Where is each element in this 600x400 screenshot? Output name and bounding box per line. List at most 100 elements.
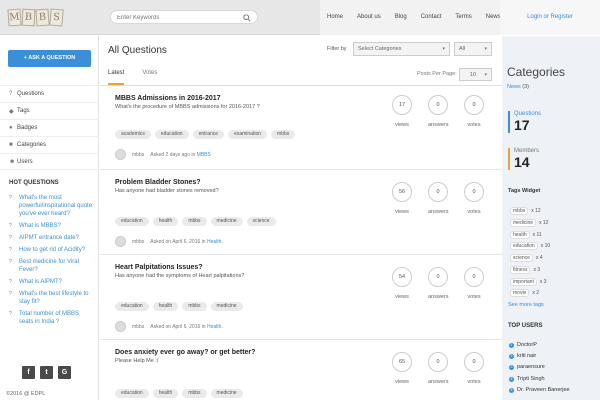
tag-widget-link[interactable]: movie — [510, 289, 530, 297]
category-link[interactable]: MBBS — [197, 152, 211, 158]
ask-question-button[interactable]: + ASK A QUESTION — [8, 50, 91, 67]
questions-stat-value: 17 — [514, 117, 530, 133]
tag-widget-link[interactable]: education — [510, 242, 538, 250]
question-circle-icon: ? — [9, 259, 12, 265]
hot-question-link[interactable]: What is AIPMT? — [19, 278, 62, 286]
hot-question-item[interactable]: ? What is MBBS? — [0, 220, 99, 232]
category-name[interactable]: News — [507, 84, 521, 90]
nav-contact[interactable]: Contact — [414, 0, 449, 35]
question-title[interactable]: Problem Bladder Stones? — [115, 179, 201, 186]
tag-pill[interactable]: mbbs — [182, 217, 207, 226]
hot-question-link[interactable]: What is MBBS? — [19, 222, 61, 230]
tag-pill[interactable]: health — [152, 217, 179, 226]
question-icon: ? — [9, 91, 13, 97]
nav-terms[interactable]: Terms — [448, 0, 478, 35]
sidebar-item-badges[interactable]: ● Badges — [0, 119, 99, 136]
hot-question-item[interactable]: ? What is AIPMT? — [0, 276, 99, 288]
hot-question-link[interactable]: AIPMT entrance date? — [19, 234, 79, 242]
tag-pill[interactable]: mbbs — [182, 302, 207, 311]
nav-blog[interactable]: Blog — [388, 0, 414, 35]
tag-pill[interactable]: mbbs — [271, 130, 296, 139]
tag-widget-link[interactable]: important — [510, 278, 537, 286]
top-user-name[interactable]: paraensure — [517, 364, 545, 370]
tag-pill[interactable]: education — [115, 389, 149, 398]
side-menu: ? Questions ◆ Tags ● Badges ■ Categories ☻ Us… — [0, 85, 99, 170]
category-news-link[interactable]: News (3) — [507, 84, 529, 90]
hot-question-item[interactable]: ? What's the most powerful/inspirational … — [0, 192, 99, 220]
top-user-row[interactable]: 2 kriti nair — [509, 353, 536, 359]
sidebar-item-tags[interactable]: ◆ Tags — [0, 102, 99, 119]
tag-pill[interactable]: academics — [115, 130, 151, 139]
views-stat: 54 views — [392, 267, 412, 300]
posts-per-page-select[interactable]: 10 ▾ — [459, 68, 492, 81]
top-user-row[interactable]: 4 Tripti Singh — [509, 376, 545, 382]
top-user-row[interactable]: 5 Dr. Praveen Banerjee — [509, 387, 570, 393]
question-title[interactable]: Does anxiety ever go away? or get better… — [115, 349, 255, 356]
hot-question-item[interactable]: ? What's the best lifestyle to stay fit? — [0, 288, 99, 308]
hot-question-item[interactable]: ? How to get rid of Acidity? — [0, 244, 99, 256]
category-link[interactable]: Health. — [207, 239, 223, 245]
top-user-row[interactable]: 1 DoctorP — [509, 342, 537, 348]
tag-pill[interactable]: education — [115, 217, 149, 226]
search-icon[interactable] — [243, 14, 251, 22]
tag-pill[interactable]: education — [115, 302, 149, 311]
sidebar-item-questions[interactable]: ? Questions — [0, 85, 99, 102]
avatar[interactable] — [115, 236, 126, 247]
tag-pill[interactable]: health — [152, 302, 179, 311]
author-name[interactable]: mbbs — [132, 152, 144, 158]
tag-pill[interactable]: health — [152, 389, 179, 398]
all-select[interactable]: All ▾ — [454, 42, 492, 56]
tag-widget-link[interactable]: science — [510, 254, 533, 262]
question-title[interactable]: MBBS Admissions in 2016-2017 — [115, 95, 221, 102]
views-count: 17 — [392, 95, 412, 115]
top-user-name[interactable]: Dr. Praveen Banerjee — [517, 387, 570, 393]
tag-widget-link[interactable]: fitness — [510, 266, 531, 274]
tag-widget-link[interactable]: medicine — [510, 219, 537, 227]
hot-question-link[interactable]: What's the most powerful/inspirational q… — [19, 194, 93, 218]
tag-pill[interactable]: education — [154, 130, 189, 139]
hot-question-item[interactable]: ? AIPMT entrance date? — [0, 232, 99, 244]
facebook-icon[interactable]: f — [22, 366, 35, 379]
nav-about-us[interactable]: About us — [350, 0, 388, 35]
google-icon[interactable]: G — [58, 366, 71, 379]
tag-pill[interactable]: medicine — [210, 389, 243, 398]
top-user-name[interactable]: DoctorP — [517, 342, 537, 348]
tag-pill[interactable]: science — [246, 217, 276, 226]
hot-question-link[interactable]: Total number of MBBS seats in India ? — [19, 310, 93, 326]
tag-pill[interactable]: examination — [228, 130, 268, 139]
tag-widget-link[interactable]: mbbs — [510, 207, 529, 215]
twitter-icon[interactable]: t — [40, 366, 53, 379]
logo-letter: B — [21, 8, 36, 27]
tag-pill[interactable]: mbbs — [182, 389, 207, 398]
sidebar-item-users[interactable]: ☻ Users — [0, 153, 99, 170]
views-stat: 56 views — [392, 182, 412, 215]
nav-home[interactable]: Home — [320, 0, 350, 35]
tag-pill[interactable]: medicine — [210, 217, 243, 226]
tab-latest[interactable]: Latest — [108, 70, 125, 85]
top-user-name[interactable]: Tripti Singh — [517, 376, 545, 382]
category-select[interactable]: Select Categories ▾ — [353, 42, 450, 56]
hot-question-link[interactable]: Best medicine for Viral Fever? — [19, 258, 93, 274]
hot-question-item[interactable]: ? Total number of MBBS seats in India ? — [0, 308, 99, 328]
top-user-name[interactable]: kriti nair — [517, 353, 536, 359]
search-input[interactable] — [117, 13, 237, 22]
tag-widget-link[interactable]: health — [510, 231, 530, 239]
avatar[interactable] — [115, 321, 126, 332]
hot-question-link[interactable]: What's the best lifestyle to stay fit? — [19, 290, 93, 306]
question-title[interactable]: Heart Palpitations Issues? — [115, 264, 203, 271]
tab-votes[interactable]: Votes — [142, 70, 157, 85]
site-logo[interactable]: M B B S — [7, 8, 64, 27]
hot-question-link[interactable]: How to get rid of Acidity? — [19, 246, 85, 254]
author-name[interactable]: mbbs — [132, 324, 144, 330]
sidebar-item-label: Badges — [17, 125, 38, 131]
tag-pill[interactable]: medicine — [210, 302, 243, 311]
login-register-link[interactable]: Login or Register — [527, 14, 573, 20]
avatar[interactable] — [115, 149, 126, 160]
author-name[interactable]: mbbs — [132, 239, 144, 245]
tag-pill[interactable]: entrance — [192, 130, 225, 139]
hot-question-item[interactable]: ? Best medicine for Viral Fever? — [0, 256, 99, 276]
see-more-tags-link[interactable]: See more tags — [508, 302, 544, 308]
top-user-row[interactable]: 3 paraensure — [509, 364, 545, 370]
category-link[interactable]: Health. — [207, 324, 223, 330]
sidebar-item-categories[interactable]: ■ Categories — [0, 136, 99, 153]
